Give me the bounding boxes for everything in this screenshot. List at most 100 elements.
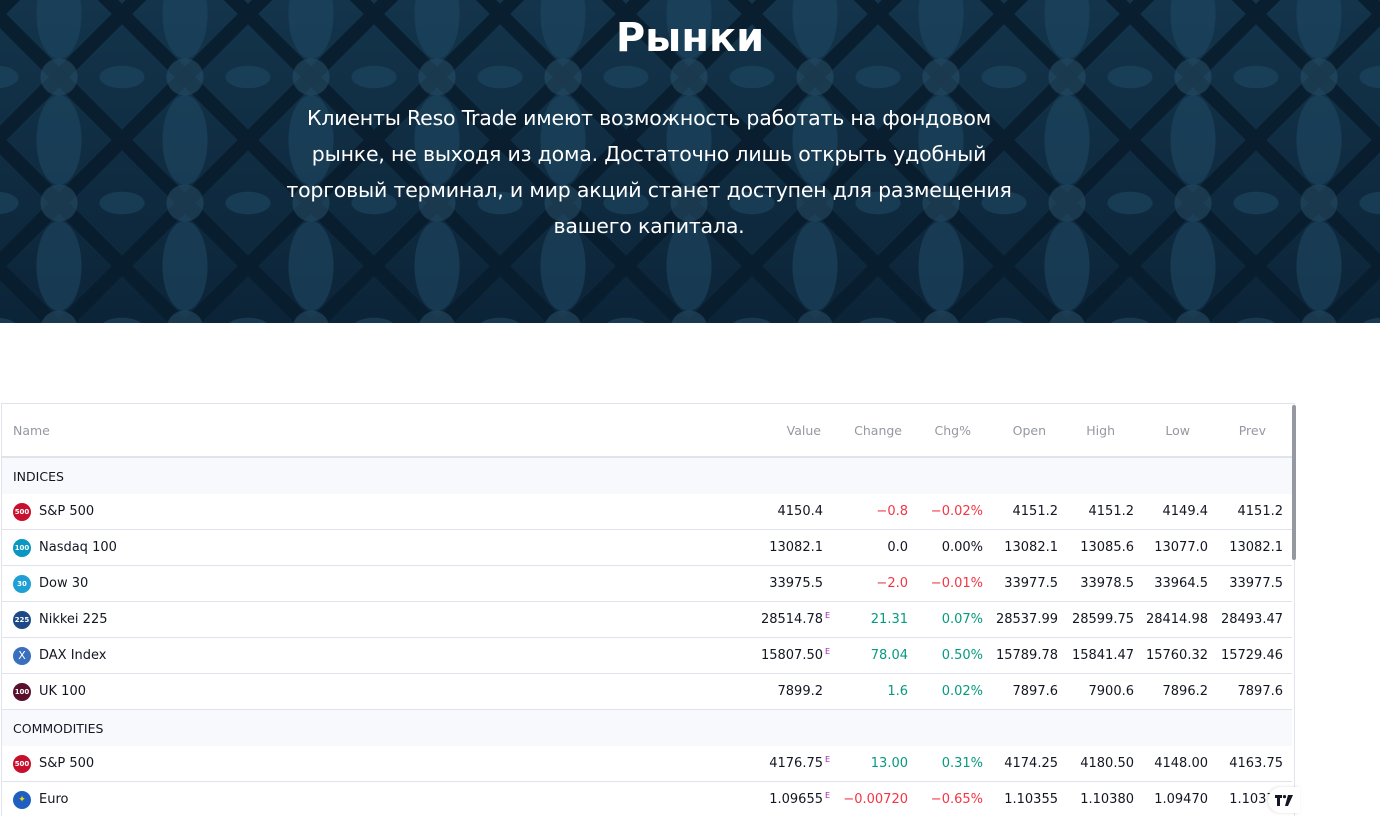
change-cell: 0.0 [887, 530, 908, 565]
change-cell: −0.8 [876, 494, 908, 529]
symbol-name[interactable]: S&P 500 [39, 504, 94, 519]
high-cell: 4180.50 [1080, 746, 1134, 781]
symbol-cell[interactable]: X DAX Index [13, 638, 107, 673]
prev-text: 4151.2 [1237, 504, 1284, 519]
change-percent-text: −0.65% [930, 792, 983, 807]
tradingview-logo-icon[interactable] [1268, 787, 1300, 813]
open-text: 7897.6 [1012, 684, 1059, 699]
change-percent-text: 0.50% [941, 648, 983, 663]
open-cell: 4174.25 [1004, 746, 1058, 781]
change-cell: 1.6 [887, 674, 908, 709]
open-text: 4174.25 [1004, 756, 1058, 771]
change-percent-text: −0.02% [930, 504, 983, 519]
prev-text: 15729.46 [1220, 648, 1283, 663]
value-text: 4176.75 [769, 756, 823, 771]
value-text: 15807.50 [760, 648, 823, 663]
table-row[interactable]: 500 S&P 500 4176.75 E 13.00 0.31% 4174.25 4180.… [2, 746, 1292, 782]
open-text: 13082.1 [1004, 540, 1058, 555]
low-text: 1.09470 [1154, 792, 1208, 807]
column-header-open[interactable]: Open [1013, 404, 1046, 456]
change-cell: 78.04 [871, 638, 908, 673]
open-cell: 4151.2 [1013, 494, 1059, 529]
market-overview-table: Name Value Change Chg% Open High Low Pre… [1, 403, 1295, 816]
column-header-prev[interactable]: Prev [1239, 404, 1266, 456]
value-cell: 4150.4 [778, 494, 832, 529]
column-header-change-percent[interactable]: Chg% [935, 404, 971, 456]
symbol-cell[interactable]: 30 Dow 30 [13, 566, 88, 601]
change-percent-cell: 0.50% [942, 638, 983, 673]
low-cell: 13077.0 [1154, 530, 1208, 565]
symbol-name[interactable]: UK 100 [39, 684, 86, 699]
table-row[interactable]: ✦ Euro 1.09655 E −0.00720 −0.65% 1.10355 1.1038… [2, 782, 1292, 816]
open-text: 33977.5 [1004, 576, 1058, 591]
change-percent-cell: −0.01% [931, 566, 983, 601]
change-text: −0.00720 [843, 792, 908, 807]
table-row[interactable]: 30 Dow 30 33975.5 −2.0 −0.01% 33977.5 33978.5 3… [2, 566, 1292, 602]
value-cell: 4176.75 E [769, 746, 831, 781]
change-percent-cell: 0.00% [942, 530, 983, 565]
prev-text: 28493.47 [1220, 612, 1283, 627]
table-row[interactable]: 100 Nasdaq 100 13082.1 0.0 0.00% 13082.1 13085… [2, 530, 1292, 566]
group-header: COMMODITIES [2, 710, 1292, 746]
delayed-data-flag: E [825, 611, 831, 620]
symbol-cell[interactable]: 500 S&P 500 [13, 746, 94, 781]
change-percent-cell: 0.07% [942, 602, 983, 637]
value-cell: 13082.1 [769, 530, 831, 565]
prev-text: 13082.1 [1229, 540, 1283, 555]
prev-cell: 13082.1 [1229, 530, 1283, 565]
symbol-cell[interactable]: 225 Nikkei 225 [13, 602, 108, 637]
open-cell: 15789.78 [996, 638, 1058, 673]
table-row[interactable]: 225 Nikkei 225 28514.78 E 21.31 0.07% 28537.99… [2, 602, 1292, 638]
value-text: 1.09655 [769, 792, 823, 807]
table-scrollbar[interactable] [1292, 405, 1296, 560]
low-text: 4148.00 [1154, 756, 1208, 771]
symbol-name[interactable]: S&P 500 [39, 756, 94, 771]
table-row[interactable]: 100 UK 100 7899.2 1.6 0.02% 7897.6 7900.6 7896.… [2, 674, 1292, 710]
symbol-name[interactable]: Nikkei 225 [39, 612, 108, 627]
symbol-name[interactable]: Euro [39, 792, 68, 807]
column-header-change[interactable]: Change [854, 404, 902, 456]
table-row[interactable]: X DAX Index 15807.50 E 78.04 0.50% 15789.78 158… [2, 638, 1292, 674]
column-header-name[interactable]: Name [13, 404, 50, 456]
value-text: 13082.1 [769, 540, 823, 555]
symbol-logo-icon: X [13, 646, 31, 665]
symbol-cell[interactable]: 100 UK 100 [13, 674, 86, 709]
open-cell: 7897.6 [1013, 674, 1059, 709]
prev-cell: 33977.5 [1229, 566, 1283, 601]
value-cell: 1.09655 E [769, 782, 831, 816]
symbol-name[interactable]: DAX Index [39, 648, 107, 663]
low-cell: 33964.5 [1154, 566, 1208, 601]
column-header-low[interactable]: Low [1165, 404, 1190, 456]
table-row[interactable]: 500 S&P 500 4150.4 −0.8 −0.02% 4151.2 4151.2 41… [2, 494, 1292, 530]
symbol-cell[interactable]: 100 Nasdaq 100 [13, 530, 117, 565]
prev-cell: 28493.47 [1221, 602, 1283, 637]
hero-description: Клиенты Reso Trade имеют возможность раб… [286, 106, 1012, 238]
symbol-name[interactable]: Nasdaq 100 [39, 540, 117, 555]
symbol-cell[interactable]: ✦ Euro [13, 782, 68, 816]
symbol-cell[interactable]: 500 S&P 500 [13, 494, 94, 529]
value-cell: 33975.5 [769, 566, 831, 601]
column-header-value[interactable]: Value [787, 404, 821, 456]
change-percent-cell: 0.31% [942, 746, 983, 781]
high-text: 7900.6 [1088, 684, 1135, 699]
prev-text: 4163.75 [1229, 756, 1283, 771]
change-cell: 13.00 [871, 746, 908, 781]
change-percent-text: 0.31% [941, 756, 983, 771]
prev-cell: 4163.75 [1229, 746, 1283, 781]
high-text: 15841.47 [1071, 648, 1134, 663]
change-percent-text: −0.01% [930, 576, 983, 591]
change-percent-cell: −0.02% [931, 494, 983, 529]
value-text: 33975.5 [769, 576, 823, 591]
delayed-data-flag: E [825, 647, 831, 656]
symbol-logo-icon: 100 [13, 682, 31, 701]
high-cell: 7900.6 [1089, 674, 1135, 709]
delayed-data-flag: E [825, 791, 831, 800]
prev-cell: 15729.46 [1221, 638, 1283, 673]
change-percent-text: 0.02% [941, 684, 983, 699]
symbol-name[interactable]: Dow 30 [39, 576, 88, 591]
column-header-high[interactable]: High [1086, 404, 1115, 456]
page-title: Рынки [615, 15, 765, 61]
low-text: 33964.5 [1154, 576, 1208, 591]
value-text: 28514.78 [760, 612, 823, 627]
symbol-logo-icon: 225 [13, 610, 31, 629]
